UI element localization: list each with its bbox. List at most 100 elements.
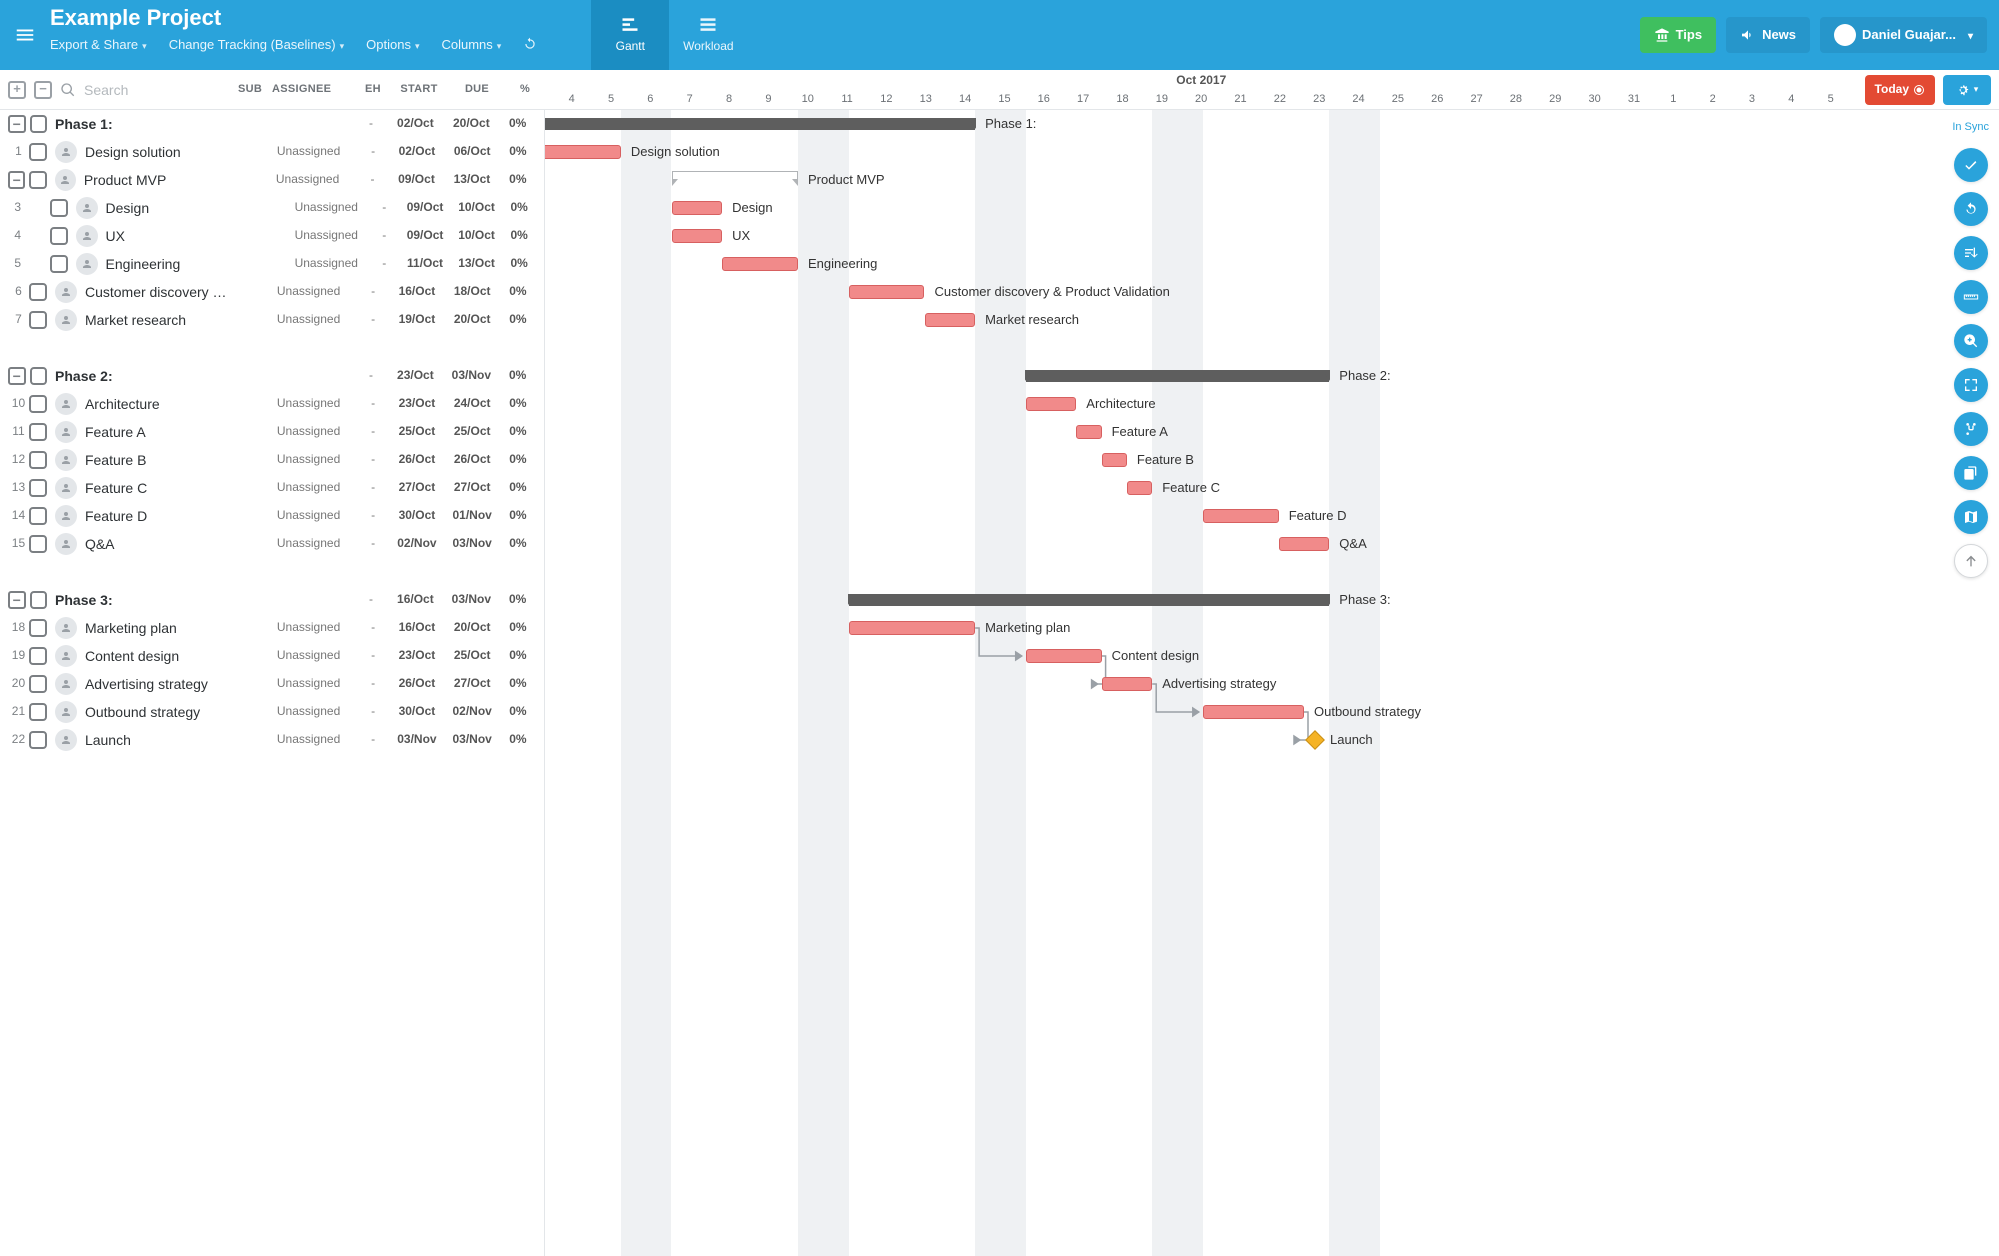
grid-row[interactable]: 1Design solutionUnassigned-02/Oct06/Oct0… bbox=[0, 138, 544, 166]
task-bar[interactable] bbox=[1127, 481, 1152, 495]
collapse-toggle[interactable]: − bbox=[8, 367, 26, 385]
checkbox[interactable] bbox=[29, 535, 47, 553]
checkbox[interactable] bbox=[29, 171, 46, 189]
grid-row[interactable]: 11Feature AUnassigned-25/Oct25/Oct0% bbox=[0, 418, 544, 446]
gantt-row[interactable]: Phase 1: bbox=[545, 110, 1999, 138]
gantt-row[interactable]: Phase 2: bbox=[545, 362, 1999, 390]
gantt-row[interactable]: Architecture bbox=[545, 390, 1999, 418]
task-bar[interactable] bbox=[849, 285, 925, 299]
expand-all-button[interactable]: + bbox=[8, 81, 26, 99]
task-bar[interactable] bbox=[1026, 397, 1077, 411]
task-bar[interactable] bbox=[849, 621, 976, 635]
up-icon[interactable] bbox=[1954, 544, 1988, 578]
grid-row[interactable]: 12Feature BUnassigned-26/Oct26/Oct0% bbox=[0, 446, 544, 474]
gantt-row[interactable]: Design bbox=[545, 194, 1999, 222]
gantt-row[interactable]: Outbound strategy bbox=[545, 698, 1999, 726]
grid-row[interactable]: 22LaunchUnassigned-03/Nov03/Nov0% bbox=[0, 726, 544, 754]
gantt-row[interactable]: Content design bbox=[545, 642, 1999, 670]
user-menu[interactable]: Daniel Guajar... bbox=[1820, 17, 1987, 53]
task-bar[interactable] bbox=[1102, 677, 1153, 691]
checkbox[interactable] bbox=[50, 255, 68, 273]
checkbox[interactable] bbox=[29, 423, 47, 441]
grid-row[interactable]: 19Content designUnassigned-23/Oct25/Oct0… bbox=[0, 642, 544, 670]
mode-workload[interactable]: Workload bbox=[669, 0, 747, 70]
gantt-row[interactable]: Feature A bbox=[545, 418, 1999, 446]
collapse-all-button[interactable]: − bbox=[34, 81, 52, 99]
grid-row[interactable]: −Product MVPUnassigned-09/Oct13/Oct0% bbox=[0, 166, 544, 194]
undo-icon[interactable] bbox=[1954, 192, 1988, 226]
frame-icon[interactable] bbox=[1954, 368, 1988, 402]
grid-row[interactable]: 13Feature CUnassigned-27/Oct27/Oct0% bbox=[0, 474, 544, 502]
menu-baselines[interactable]: Change Tracking (Baselines) bbox=[169, 37, 344, 56]
menu-columns[interactable]: Columns bbox=[441, 37, 501, 56]
sort-icon[interactable] bbox=[1954, 236, 1988, 270]
grid-row[interactable]: 14Feature DUnassigned-30/Oct01/Nov0% bbox=[0, 502, 544, 530]
task-bar[interactable] bbox=[1203, 705, 1304, 719]
task-bar[interactable] bbox=[1076, 425, 1101, 439]
grid-row[interactable]: −Phase 2:-23/Oct03/Nov0% bbox=[0, 362, 544, 390]
grid-row[interactable]: 4UXUnassigned-09/Oct10/Oct0% bbox=[0, 222, 544, 250]
check-icon[interactable] bbox=[1954, 148, 1988, 182]
today-button[interactable]: Today bbox=[1865, 75, 1935, 105]
menu-options[interactable]: Options bbox=[366, 37, 419, 56]
menu-export[interactable]: Export & Share bbox=[50, 37, 147, 56]
task-bar[interactable] bbox=[672, 229, 723, 243]
collapse-toggle[interactable]: − bbox=[8, 171, 25, 189]
checkbox[interactable] bbox=[29, 479, 47, 497]
copy-icon[interactable] bbox=[1954, 456, 1988, 490]
settings-button[interactable] bbox=[1943, 75, 1991, 105]
grid-row[interactable]: 3DesignUnassigned-09/Oct10/Oct0% bbox=[0, 194, 544, 222]
checkbox[interactable] bbox=[29, 619, 47, 637]
gantt-row[interactable]: UX bbox=[545, 222, 1999, 250]
checkbox[interactable] bbox=[29, 675, 47, 693]
ruler-icon[interactable] bbox=[1954, 280, 1988, 314]
checkbox[interactable] bbox=[29, 395, 47, 413]
checkbox[interactable] bbox=[30, 367, 48, 385]
map-icon[interactable] bbox=[1954, 500, 1988, 534]
refresh-icon[interactable] bbox=[523, 37, 541, 56]
branch-icon[interactable] bbox=[1954, 412, 1988, 446]
grid-row[interactable]: 6Customer discovery & ...Unassigned-16/O… bbox=[0, 278, 544, 306]
checkbox[interactable] bbox=[29, 143, 47, 161]
gantt-row[interactable]: Marketing plan bbox=[545, 614, 1999, 642]
grid-row[interactable]: 18Marketing planUnassigned-16/Oct20/Oct0… bbox=[0, 614, 544, 642]
gantt-row[interactable]: Product MVP bbox=[545, 166, 1999, 194]
gantt-row[interactable]: Feature D bbox=[545, 502, 1999, 530]
checkbox[interactable] bbox=[29, 731, 47, 749]
task-bar[interactable] bbox=[1026, 649, 1102, 663]
grid-row[interactable]: 20Advertising strategyUnassigned-26/Oct2… bbox=[0, 670, 544, 698]
collapse-toggle[interactable]: − bbox=[8, 591, 26, 609]
gantt-row[interactable]: Q&A bbox=[545, 530, 1999, 558]
gantt-row[interactable]: Advertising strategy bbox=[545, 670, 1999, 698]
menu-toggle[interactable] bbox=[10, 0, 40, 70]
gantt-chart[interactable]: Phase 1:Design solutionProduct MVPDesign… bbox=[545, 110, 1999, 1256]
mode-gantt[interactable]: Gantt bbox=[591, 0, 669, 70]
gantt-row[interactable]: Design solution bbox=[545, 138, 1999, 166]
grid-row[interactable]: −Phase 1:-02/Oct20/Oct0% bbox=[0, 110, 544, 138]
task-bar[interactable] bbox=[722, 257, 798, 271]
grid-row[interactable]: −Phase 3:-16/Oct03/Nov0% bbox=[0, 586, 544, 614]
search-input[interactable] bbox=[82, 81, 202, 99]
gantt-row[interactable]: Market research bbox=[545, 306, 1999, 334]
task-bar[interactable] bbox=[925, 313, 976, 327]
checkbox[interactable] bbox=[29, 283, 47, 301]
checkbox[interactable] bbox=[50, 227, 68, 245]
grid-row[interactable]: 21Outbound strategyUnassigned-30/Oct02/N… bbox=[0, 698, 544, 726]
checkbox[interactable] bbox=[30, 115, 48, 133]
gantt-row[interactable]: Launch bbox=[545, 726, 1999, 754]
gantt-row[interactable]: Feature B bbox=[545, 446, 1999, 474]
tips-button[interactable]: Tips bbox=[1640, 17, 1717, 53]
gantt-row[interactable]: Feature C bbox=[545, 474, 1999, 502]
task-bar[interactable] bbox=[1203, 509, 1279, 523]
task-bar[interactable] bbox=[545, 145, 621, 159]
checkbox[interactable] bbox=[29, 647, 47, 665]
checkbox[interactable] bbox=[29, 507, 47, 525]
grid-row[interactable]: 5EngineeringUnassigned-11/Oct13/Oct0% bbox=[0, 250, 544, 278]
task-bar[interactable] bbox=[672, 201, 723, 215]
checkbox[interactable] bbox=[29, 311, 47, 329]
grid-row[interactable]: 7Market researchUnassigned-19/Oct20/Oct0… bbox=[0, 306, 544, 334]
gantt-row[interactable]: Engineering bbox=[545, 250, 1999, 278]
task-bar[interactable] bbox=[1102, 453, 1127, 467]
zoom-icon[interactable] bbox=[1954, 324, 1988, 358]
checkbox[interactable] bbox=[29, 451, 47, 469]
